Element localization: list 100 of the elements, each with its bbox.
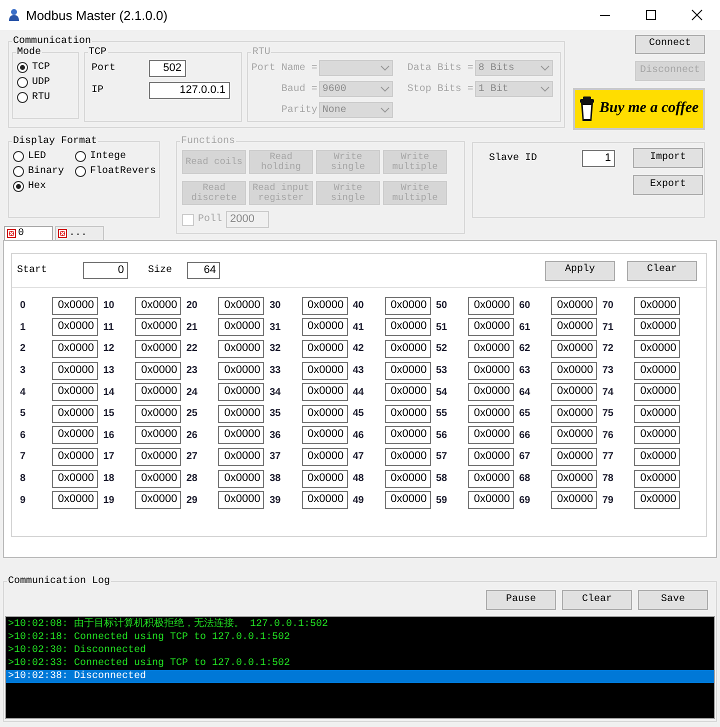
register-field[interactable]: 0x0000	[218, 470, 264, 488]
register-field[interactable]: 0x0000	[634, 470, 680, 488]
register-field[interactable]: 0x0000	[218, 404, 264, 423]
port-field[interactable]: 502	[148, 60, 186, 77]
register-field[interactable]: 0x0000	[218, 448, 264, 466]
register-field[interactable]: 0x0000	[551, 491, 598, 510]
register-field[interactable]: 0x0000	[135, 340, 182, 358]
register-field[interactable]: 0x0000	[218, 362, 264, 380]
register-field[interactable]: 0x0000	[218, 296, 264, 315]
coffee-button[interactable]: Buy me a coffee	[573, 88, 705, 130]
register-field[interactable]: 0x0000	[551, 340, 598, 358]
log-button[interactable]: Save	[638, 590, 708, 610]
register-field[interactable]: 0x0000	[135, 296, 182, 315]
register-field[interactable]: 0x0000	[218, 491, 264, 510]
log-line[interactable]: >10:02:33: Connected using TCP to 127.0.0.1:502	[6, 657, 714, 670]
export-button[interactable]: Export	[633, 175, 703, 195]
tab[interactable]: 0	[4, 226, 53, 240]
slave-id-field[interactable]: 1	[582, 150, 615, 166]
register-field[interactable]: 0x0000	[52, 470, 98, 488]
register-field[interactable]: 0x0000	[634, 383, 680, 402]
register-field[interactable]: 0x0000	[135, 448, 182, 466]
connection-button[interactable]: Connect	[635, 35, 705, 54]
register-field[interactable]: 0x0000	[468, 404, 514, 423]
register-field[interactable]: 0x0000	[384, 296, 431, 315]
register-field[interactable]: 0x0000	[551, 318, 598, 336]
register-field[interactable]: 0x0000	[302, 318, 348, 336]
register-field[interactable]: 0x0000	[52, 448, 98, 466]
register-field[interactable]: 0x0000	[135, 362, 182, 380]
radio-button[interactable]: LED	[13, 151, 46, 162]
register-field[interactable]: 0x0000	[551, 404, 598, 423]
register-field[interactable]: 0x0000	[551, 383, 598, 402]
register-field[interactable]: 0x0000	[384, 426, 431, 444]
register-field[interactable]: 0x0000	[384, 448, 431, 466]
radio-button[interactable]: UDP	[17, 77, 50, 88]
register-field[interactable]: 0x0000	[218, 340, 264, 358]
register-field[interactable]: 0x0000	[302, 362, 348, 380]
register-field[interactable]: 0x0000	[384, 318, 431, 336]
register-field[interactable]: 0x0000	[218, 426, 264, 444]
register-field[interactable]: 0x0000	[551, 362, 598, 380]
register-field[interactable]: 0x0000	[551, 470, 598, 488]
register-field[interactable]: 0x0000	[135, 426, 182, 444]
log-line[interactable]: >10:02:08: 由于目标计算机积极拒绝，无法连接。 127.0.0.1:502	[6, 618, 714, 631]
register-field[interactable]: 0x0000	[551, 296, 598, 315]
register-field[interactable]: 0x0000	[135, 318, 182, 336]
register-field[interactable]: 0x0000	[302, 491, 348, 510]
register-field[interactable]: 0x0000	[468, 470, 514, 488]
start-field[interactable]: 0	[83, 262, 128, 279]
register-field[interactable]: 0x0000	[52, 491, 98, 510]
register-field[interactable]: 0x0000	[384, 340, 431, 358]
radio-button[interactable]: Hex	[13, 181, 46, 192]
radio-button[interactable]: RTU	[17, 92, 50, 103]
register-field[interactable]: 0x0000	[468, 296, 514, 315]
register-field[interactable]: 0x0000	[135, 470, 182, 488]
register-field[interactable]: 0x0000	[634, 362, 680, 380]
apply-button[interactable]: Apply	[545, 260, 615, 280]
register-field[interactable]: 0x0000	[302, 448, 348, 466]
register-field[interactable]: 0x0000	[302, 426, 348, 444]
register-field[interactable]: 0x0000	[551, 426, 598, 444]
register-field[interactable]: 0x0000	[135, 404, 182, 423]
log-button[interactable]: Pause	[486, 590, 556, 610]
register-field[interactable]: 0x0000	[634, 340, 680, 358]
register-field[interactable]: 0x0000	[468, 426, 514, 444]
register-field[interactable]: 0x0000	[135, 383, 182, 402]
register-field[interactable]: 0x0000	[384, 362, 431, 380]
register-field[interactable]: 0x0000	[384, 404, 431, 423]
log-line[interactable]: >10:02:30: Disconnected	[6, 644, 714, 657]
clear-button[interactable]: Clear	[627, 260, 697, 280]
radio-button[interactable]: FloatRevers	[75, 166, 156, 177]
log-button[interactable]: Clear	[562, 590, 632, 610]
maximize-icon[interactable]	[643, 7, 659, 23]
register-field[interactable]: 0x0000	[52, 296, 98, 315]
register-field[interactable]: 0x0000	[468, 383, 514, 402]
register-field[interactable]: 0x0000	[218, 318, 264, 336]
register-field[interactable]: 0x0000	[302, 340, 348, 358]
register-field[interactable]: 0x0000	[384, 470, 431, 488]
close-icon[interactable]	[689, 7, 705, 23]
register-field[interactable]: 0x0000	[52, 426, 98, 444]
register-field[interactable]: 0x0000	[634, 448, 680, 466]
register-field[interactable]: 0x0000	[302, 470, 348, 488]
radio-button[interactable]: Binary	[13, 166, 64, 177]
register-field[interactable]: 0x0000	[52, 404, 98, 423]
register-field[interactable]: 0x0000	[468, 318, 514, 336]
register-field[interactable]: 0x0000	[384, 491, 431, 510]
register-field[interactable]: 0x0000	[468, 448, 514, 466]
register-field[interactable]: 0x0000	[52, 318, 98, 336]
log-line[interactable]: >10:02:18: Connected using TCP to 127.0.0.1:502	[6, 631, 714, 644]
register-field[interactable]: 0x0000	[468, 491, 514, 510]
register-field[interactable]: 0x0000	[218, 383, 264, 402]
radio-button[interactable]: Intege	[75, 151, 126, 162]
size-field[interactable]: 64	[187, 262, 220, 279]
register-field[interactable]: 0x0000	[302, 383, 348, 402]
register-field[interactable]: 0x0000	[634, 491, 680, 510]
register-field[interactable]: 0x0000	[302, 296, 348, 315]
register-field[interactable]: 0x0000	[634, 318, 680, 336]
import-button[interactable]: Import	[633, 148, 703, 168]
register-field[interactable]: 0x0000	[52, 340, 98, 358]
register-field[interactable]: 0x0000	[634, 296, 680, 315]
register-field[interactable]: 0x0000	[468, 340, 514, 358]
ip-field[interactable]: 127.0.0.1	[148, 82, 230, 99]
register-field[interactable]: 0x0000	[551, 448, 598, 466]
